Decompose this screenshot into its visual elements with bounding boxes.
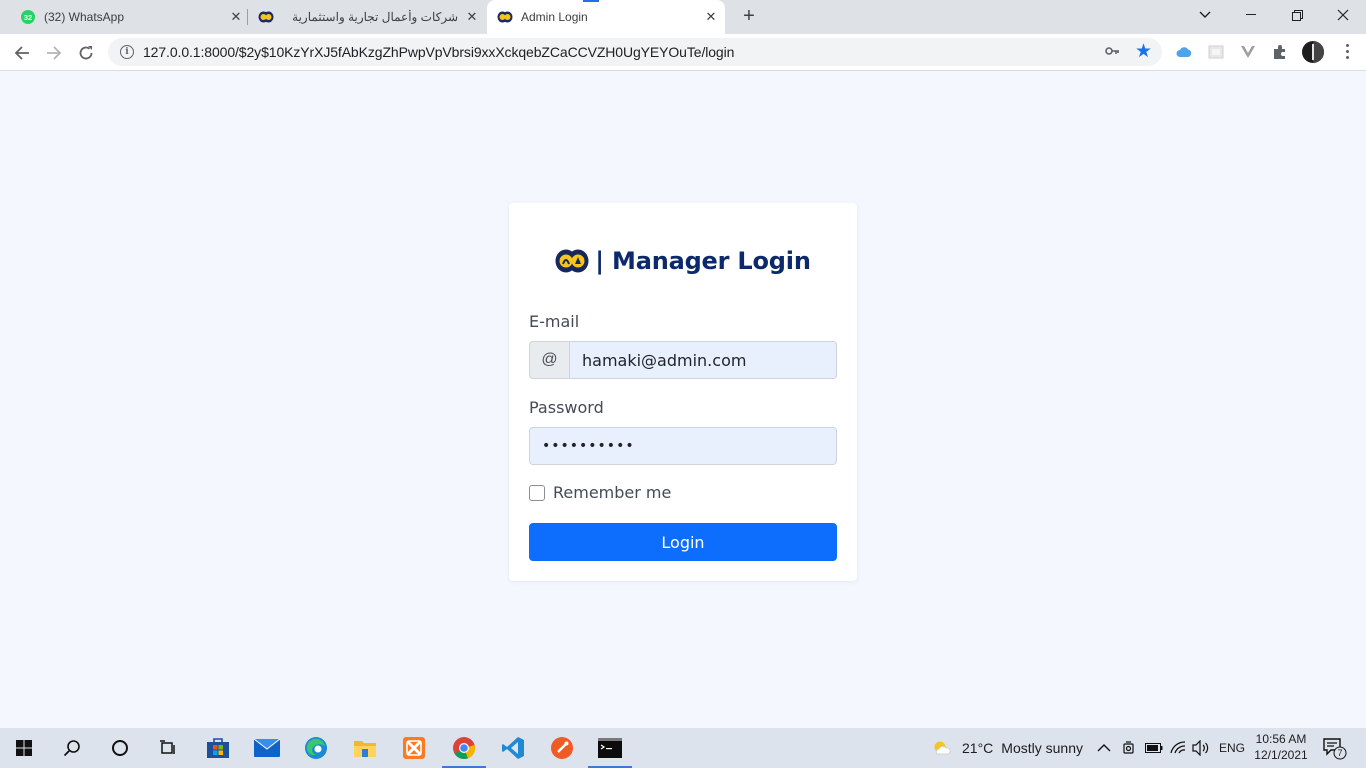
remember-label[interactable]: Remember me xyxy=(553,483,671,502)
vue-devtools-icon[interactable] xyxy=(1238,42,1258,62)
tab-title: (32) WhatsApp xyxy=(44,10,125,24)
close-tab-icon[interactable]: ✕ xyxy=(703,9,719,25)
cortana-icon[interactable] xyxy=(96,728,144,768)
login-header: | Manager Login xyxy=(509,247,857,275)
profile-avatar[interactable] xyxy=(1301,40,1325,64)
email-input-group: @ xyxy=(529,341,837,379)
reload-icon xyxy=(79,46,93,60)
page-title: | Manager Login xyxy=(595,247,811,275)
back-button[interactable] xyxy=(8,39,36,67)
forward-button[interactable] xyxy=(40,39,68,67)
login-card: | Manager Login E-mail @ Password Rememb… xyxy=(509,203,857,581)
notification-icon xyxy=(1323,738,1347,760)
email-label: E-mail xyxy=(529,312,580,331)
terminal-icon[interactable] xyxy=(586,728,634,768)
search-icon[interactable] xyxy=(48,728,96,768)
close-window-button[interactable] xyxy=(1320,0,1366,30)
chevron-up-icon xyxy=(1097,744,1111,752)
chrome-icon[interactable] xyxy=(440,728,488,768)
close-tab-icon[interactable]: ✕ xyxy=(464,9,480,25)
sun-cloud-icon xyxy=(934,741,951,755)
battery-icon[interactable] xyxy=(1145,728,1163,768)
task-view-icon[interactable] xyxy=(144,728,192,768)
password-label: Password xyxy=(529,398,604,417)
postman-icon[interactable] xyxy=(538,728,586,768)
svg-text:32: 32 xyxy=(24,13,32,22)
password-input-group xyxy=(529,427,837,465)
minimize-button[interactable] xyxy=(1228,0,1274,30)
site-info-icon[interactable]: i xyxy=(120,45,134,59)
at-sign-addon: @ xyxy=(529,341,569,379)
email-field[interactable] xyxy=(569,341,837,379)
cloud-extension-icon[interactable] xyxy=(1174,42,1194,62)
mail-icon[interactable] xyxy=(243,728,291,768)
login-button[interactable]: Login xyxy=(529,523,837,561)
remember-checkbox[interactable] xyxy=(529,484,545,501)
close-tab-icon[interactable]: ✕ xyxy=(228,9,244,25)
windows-taskbar: 21°C Mostly sunny ENG 10:56 AM 12/1/2021… xyxy=(0,728,1366,768)
vscode-icon[interactable] xyxy=(489,728,537,768)
password-key-icon[interactable] xyxy=(1105,44,1120,59)
extensions-puzzle-icon[interactable] xyxy=(1270,42,1290,62)
address-bar[interactable]: i 127.0.0.1:8000/$2y$10KzYrXJ5fAbKzgZhPw… xyxy=(108,38,1162,66)
site-logo-icon xyxy=(258,11,274,23)
clock-time: 10:56 AM xyxy=(1255,732,1307,746)
clock-date: 12/1/2021 xyxy=(1254,748,1308,762)
browser-menu-icon[interactable] xyxy=(1346,44,1350,62)
whatsapp-icon: 32 xyxy=(21,10,35,24)
tab-title: Admin Login xyxy=(521,10,588,24)
reload-button[interactable] xyxy=(72,39,100,67)
notification-center[interactable]: 7 xyxy=(1322,728,1348,768)
edge-icon[interactable] xyxy=(292,728,340,768)
show-hidden-icons[interactable] xyxy=(1097,728,1111,768)
site-logo-icon xyxy=(497,11,513,23)
password-field[interactable] xyxy=(529,427,837,465)
restore-button[interactable] xyxy=(1274,0,1320,30)
input-language[interactable]: ENG xyxy=(1219,728,1245,768)
forward-arrow-icon xyxy=(47,46,62,60)
tab-search-icon[interactable] xyxy=(1182,0,1228,30)
windows-start-icon[interactable] xyxy=(0,728,48,768)
address-url[interactable]: 127.0.0.1:8000/$2y$10KzYrXJ5fAbKzgZhPwpV… xyxy=(143,44,734,60)
tab-strip: 32 (32) WhatsApp ✕ شركات وأعمال تجارية و… xyxy=(0,0,1366,34)
browser-toolbar: i 127.0.0.1:8000/$2y$10KzYrXJ5fAbKzgZhPw… xyxy=(0,34,1366,71)
screenshot-extension-icon[interactable] xyxy=(1206,42,1226,62)
back-arrow-icon xyxy=(14,46,29,60)
weather-temperature: 21°C xyxy=(962,740,994,756)
bookmark-star-icon[interactable]: ★ xyxy=(1135,40,1152,63)
file-explorer-icon[interactable] xyxy=(341,728,389,768)
meet-now-icon[interactable] xyxy=(1121,728,1137,768)
notification-count: 7 xyxy=(1337,748,1343,758)
tab-title: شركات وأعمال تجارية واستثمارية xyxy=(292,10,458,24)
volume-icon[interactable] xyxy=(1192,728,1210,768)
remember-me[interactable]: Remember me xyxy=(529,483,671,502)
tab-admin-login[interactable]: Admin Login ✕ xyxy=(487,0,725,34)
microsoft-store-icon[interactable] xyxy=(194,728,242,768)
weather-widget[interactable]: 21°C Mostly sunny xyxy=(932,728,1083,768)
wifi-icon[interactable] xyxy=(1170,728,1188,768)
new-tab-button[interactable]: + xyxy=(738,6,760,28)
system-clock[interactable]: 10:56 AM 12/1/2021 xyxy=(1250,731,1312,763)
company-logo xyxy=(555,249,589,273)
tab-arabic-site[interactable]: شركات وأعمال تجارية واستثمارية ✕ xyxy=(248,0,486,34)
tab-whatsapp[interactable]: 32 (32) WhatsApp ✕ xyxy=(8,0,246,34)
weather-description: Mostly sunny xyxy=(1001,740,1083,756)
xampp-icon[interactable] xyxy=(390,728,438,768)
